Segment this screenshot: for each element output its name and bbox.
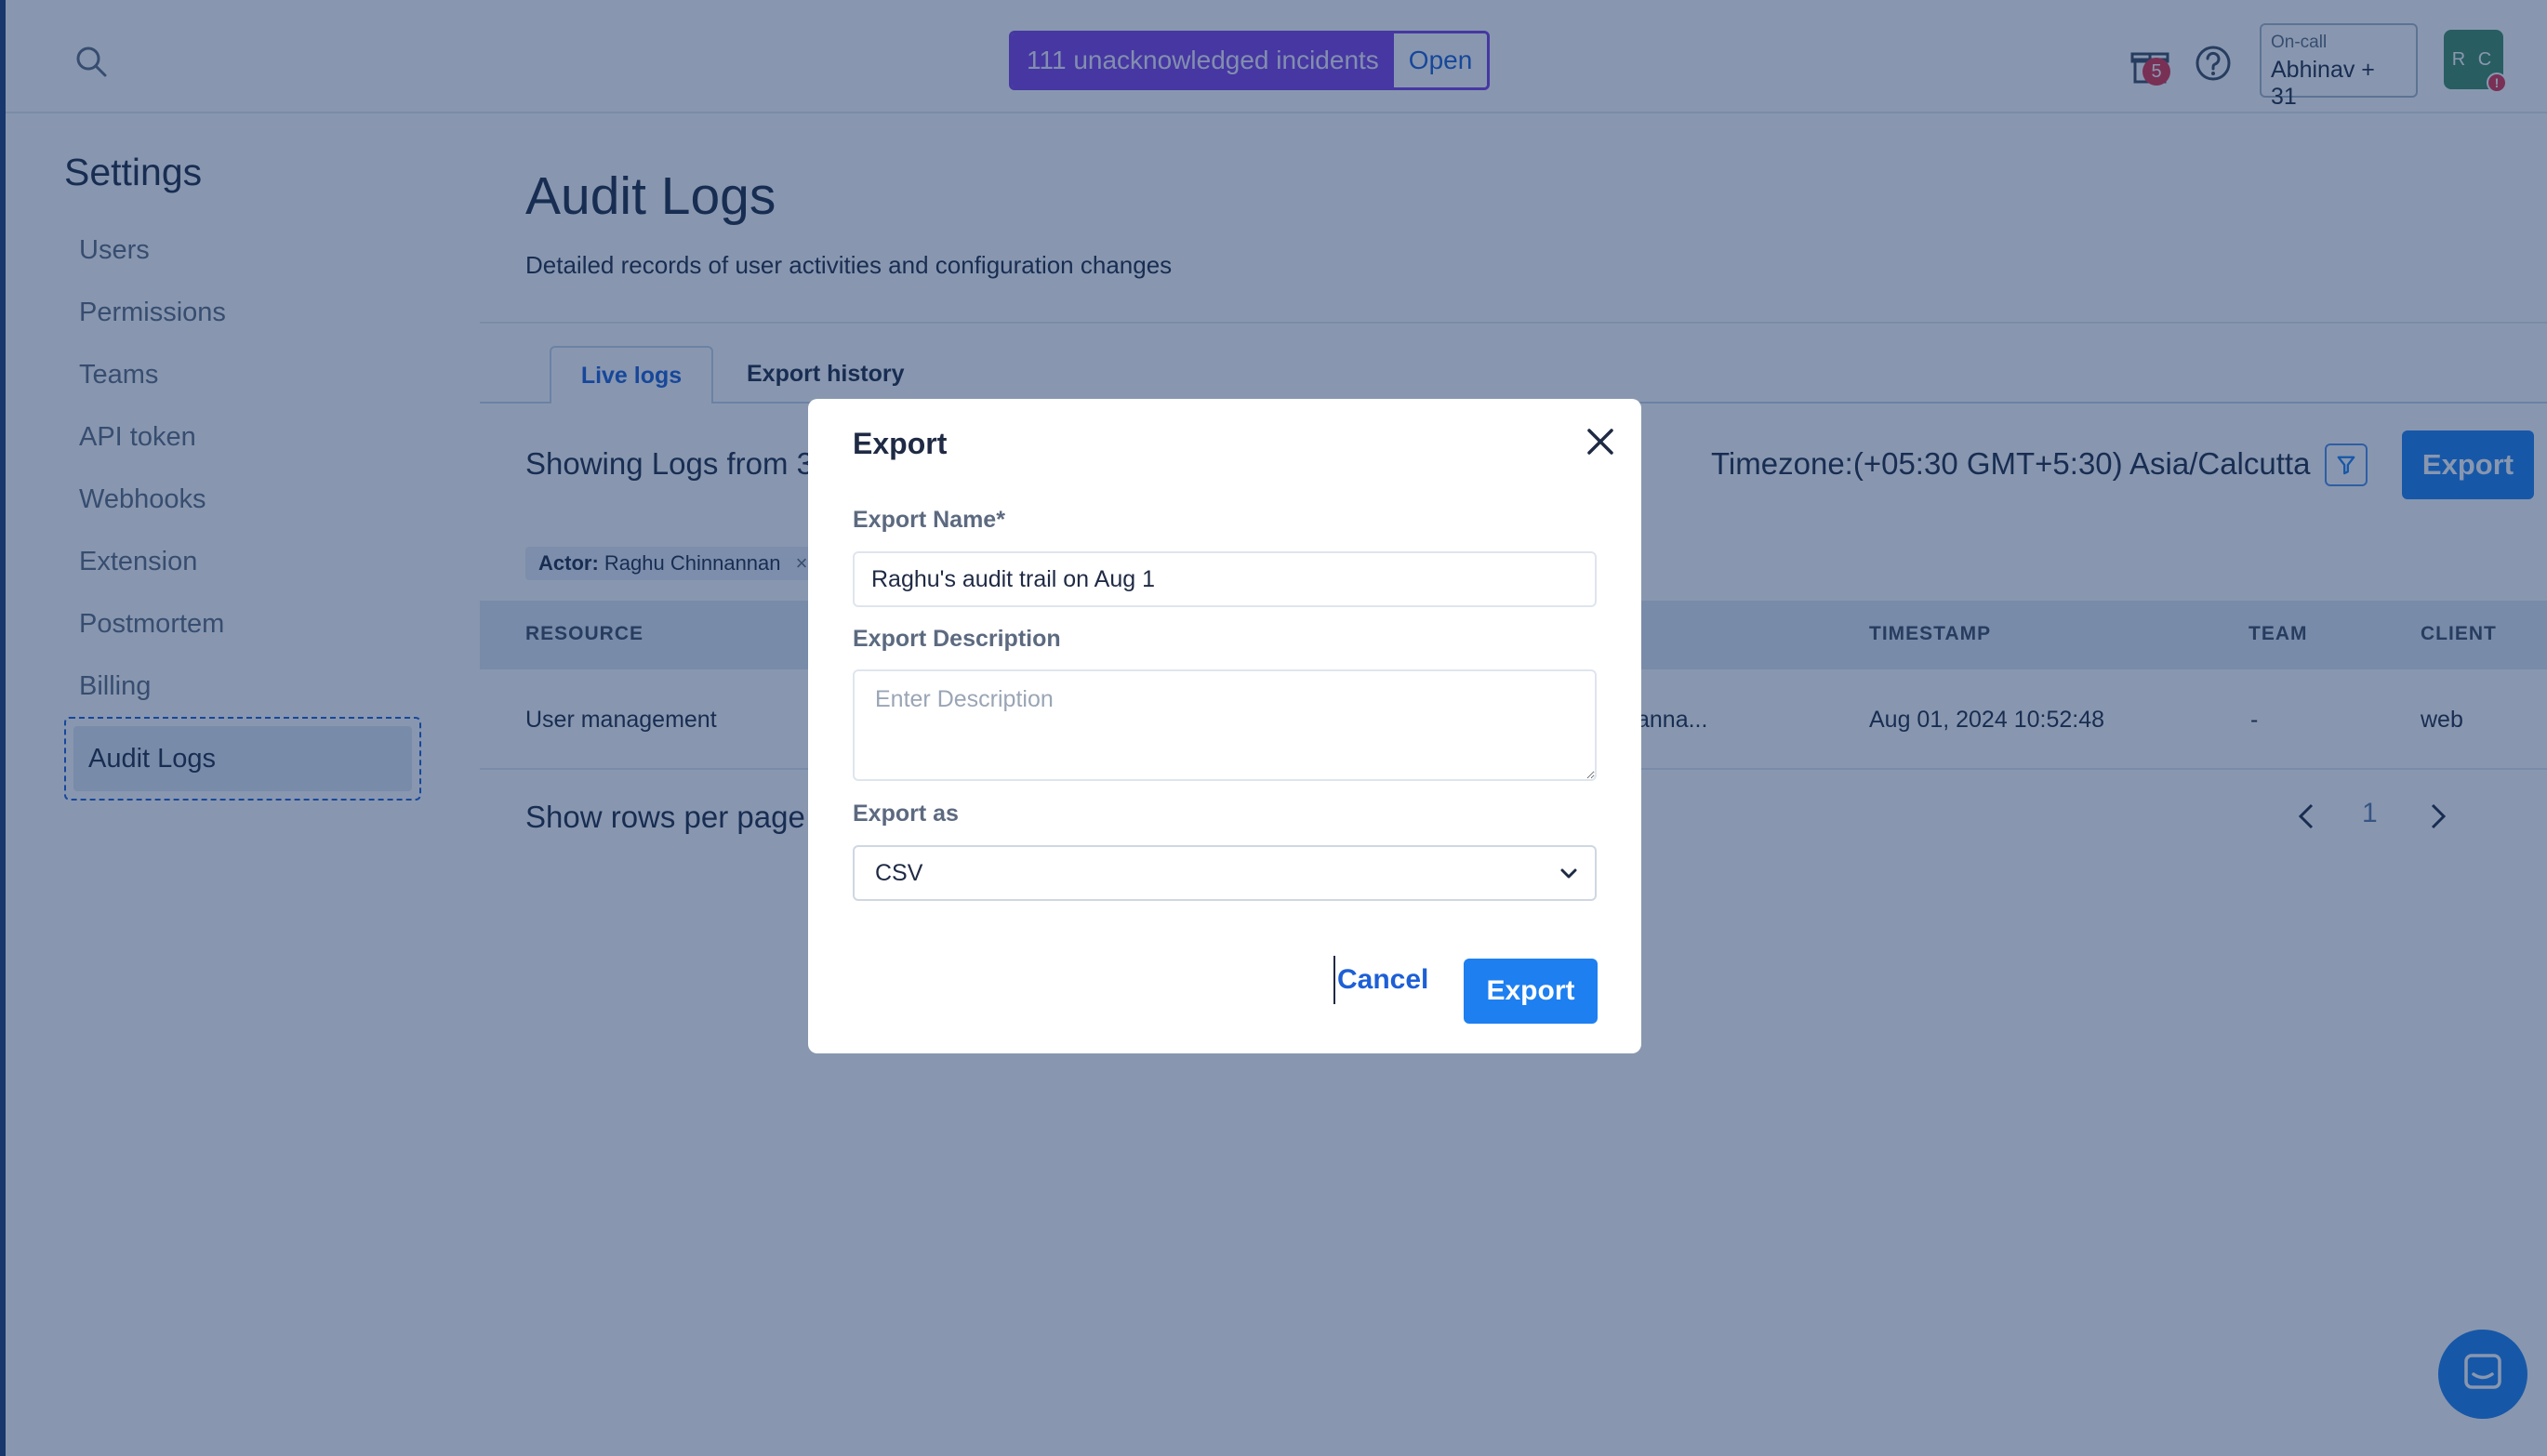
- confirm-export-button[interactable]: Export: [1464, 959, 1598, 1024]
- export-dialog: Export Export Name* Export Description E…: [808, 399, 1641, 1053]
- cancel-button[interactable]: Cancel: [1333, 956, 1428, 1004]
- dialog-title: Export: [853, 427, 948, 460]
- export-format-label: Export as: [853, 801, 959, 827]
- export-name-input[interactable]: [853, 551, 1597, 607]
- export-format-select[interactable]: CSV: [853, 845, 1597, 901]
- close-icon[interactable]: [1580, 421, 1621, 462]
- export-name-label: Export Name*: [853, 507, 1005, 533]
- chevron-down-icon: [1560, 868, 1577, 879]
- export-description-label: Export Description: [853, 626, 1061, 652]
- export-description-textarea[interactable]: [853, 669, 1597, 781]
- export-format-value: CSV: [875, 860, 923, 886]
